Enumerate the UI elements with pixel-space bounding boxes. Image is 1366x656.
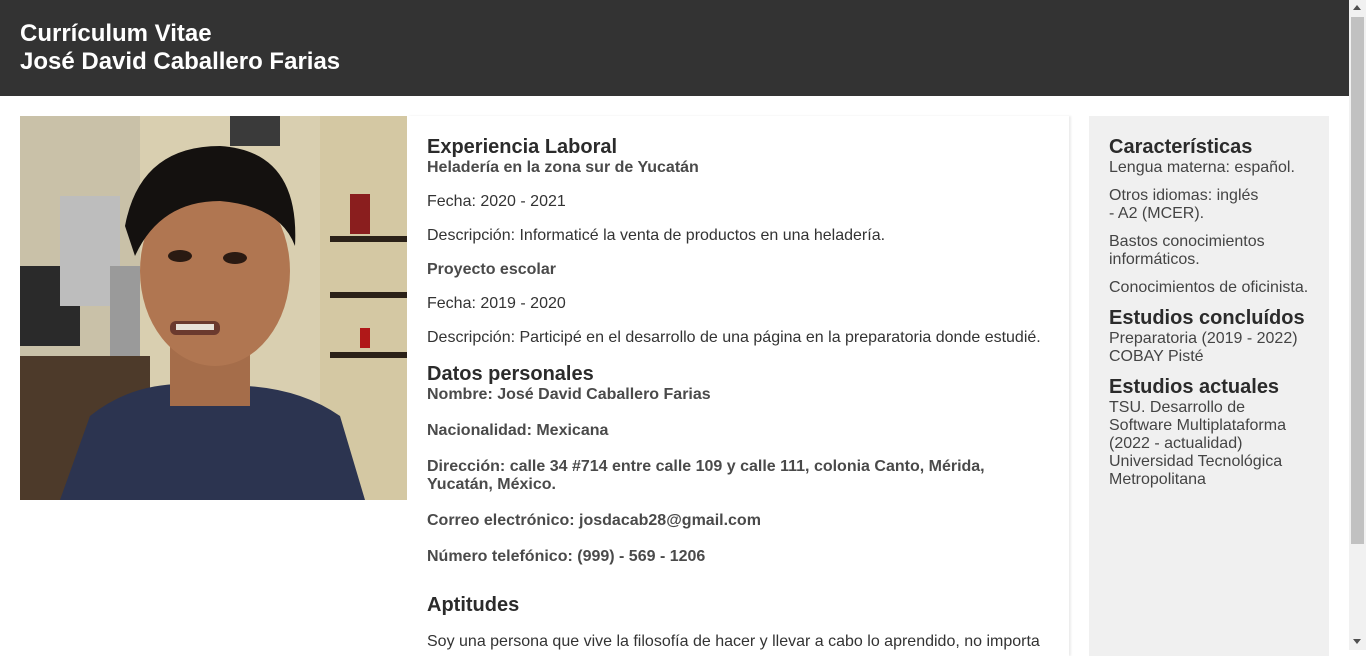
personal-email: Correo electrónico: josdacab28@gmail.com bbox=[427, 512, 761, 529]
characteristic-it-line1: Bastos conocimientos bbox=[1109, 233, 1265, 250]
scrollbar-thumb[interactable] bbox=[1351, 17, 1364, 544]
current-studies-line1: TSU. Desarrollo de bbox=[1109, 399, 1246, 416]
job2-title: Proyecto escolar bbox=[427, 261, 556, 278]
completed-studies-line1: Preparatoria (2019 - 2022) bbox=[1109, 330, 1298, 347]
job2-description: Descripción: Participé en el desarrollo … bbox=[427, 329, 1041, 346]
scroll-up-arrow-icon[interactable] bbox=[1353, 5, 1361, 10]
completed-studies-line2: COBAY Pisté bbox=[1109, 348, 1204, 365]
characteristic-languages-line2: - A2 (MCER). bbox=[1109, 205, 1205, 222]
personal-address-line2: Yucatán, México. bbox=[427, 476, 556, 493]
characteristic-office: Conocimientos de oficinista. bbox=[1109, 279, 1309, 296]
skills-heading: Aptitudes bbox=[427, 594, 520, 616]
job1-description: Descripción: Informaticé la venta de pro… bbox=[427, 227, 886, 244]
characteristics-heading: Características bbox=[1109, 136, 1253, 158]
job1-date: Fecha: 2020 - 2021 bbox=[427, 193, 566, 210]
page-header: Currículum Vitae José David Caballero Fa… bbox=[0, 0, 1349, 96]
job1-title: Heladería en la zona sur de Yucatán bbox=[427, 159, 699, 176]
personal-address-line1: Dirección: calle 34 #714 entre calle 109… bbox=[427, 458, 985, 475]
personal-nationality: Nacionalidad: Mexicana bbox=[427, 422, 609, 439]
experience-heading: Experiencia Laboral bbox=[427, 136, 618, 158]
profile-photo bbox=[20, 116, 407, 500]
characteristic-languages-line1: Otros idiomas: inglés bbox=[1109, 187, 1259, 204]
personal-heading: Datos personales bbox=[427, 363, 594, 385]
personal-phone: Número telefónico: (999) - 569 - 1206 bbox=[427, 548, 706, 565]
current-studies-heading: Estudios actuales bbox=[1109, 376, 1280, 398]
characteristic-it-line2: informáticos. bbox=[1109, 251, 1200, 268]
current-studies-line3: (2022 - actualidad) bbox=[1109, 435, 1243, 452]
person-name-title: José David Caballero Farias bbox=[20, 48, 341, 75]
current-studies-line2: Software Multiplataforma bbox=[1109, 417, 1286, 434]
skills-text: Soy una persona que vive la filosofía de… bbox=[427, 633, 1040, 650]
current-studies-line5: Metropolitana bbox=[1109, 471, 1206, 488]
scroll-down-arrow-icon[interactable] bbox=[1353, 639, 1361, 644]
completed-studies-heading: Estudios concluídos bbox=[1109, 307, 1305, 329]
job2-date: Fecha: 2019 - 2020 bbox=[427, 295, 566, 312]
main-content: Experiencia Laboral Heladería en la zona… bbox=[407, 116, 1069, 656]
current-studies-line4: Universidad Tecnológica bbox=[1109, 453, 1283, 470]
sidebar: Características Lengua materna: español.… bbox=[1089, 116, 1329, 656]
page-title: Currículum Vitae bbox=[20, 20, 212, 47]
vertical-scrollbar[interactable] bbox=[1349, 0, 1366, 650]
personal-name: Nombre: José David Caballero Farias bbox=[427, 386, 711, 403]
characteristic-native-language: Lengua materna: español. bbox=[1109, 159, 1295, 176]
